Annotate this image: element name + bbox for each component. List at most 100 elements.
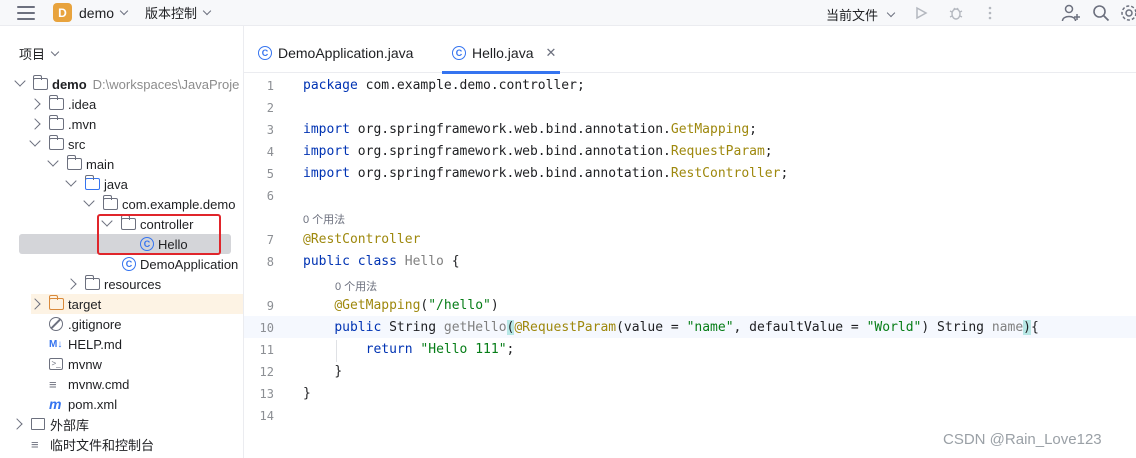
- scratches-icon: ≡: [31, 436, 39, 452]
- tree-item-main[interactable]: main: [47, 154, 114, 174]
- search-icon[interactable]: [1091, 3, 1111, 23]
- source-folder-icon: [84, 175, 100, 190]
- tree-item-idea[interactable]: .idea: [29, 94, 96, 114]
- code-line-9: @GetMapping("/hello"): [334, 298, 499, 313]
- chevron-down-icon[interactable]: [29, 135, 41, 147]
- excluded-folder-icon: [48, 295, 64, 310]
- tree-item-pom-xml[interactable]: m pom.xml: [49, 394, 117, 414]
- tree-item-gitignore[interactable]: .gitignore: [49, 314, 121, 334]
- line-number: 1: [266, 79, 274, 93]
- tree-item-help-md[interactable]: M↓ HELP.md: [49, 334, 122, 354]
- tree-item-label: 外部库: [50, 417, 90, 433]
- chevron-down-icon[interactable]: [50, 47, 60, 56]
- code-line-7: @RestController: [303, 232, 421, 247]
- chevron-down-icon[interactable]: [47, 155, 59, 167]
- tree-item-src[interactable]: src: [29, 134, 86, 154]
- add-user-icon[interactable]: [1061, 3, 1081, 23]
- run-config-label: 当前文件: [826, 8, 879, 23]
- line-number: 2: [266, 101, 274, 115]
- tree-item-demoapplication[interactable]: C DemoApplication: [122, 254, 238, 274]
- code-line-1: package com.example.demo.controller;: [303, 78, 585, 93]
- chevron-down-icon[interactable]: [119, 6, 129, 16]
- folder-icon: [48, 135, 64, 150]
- code-line-12: }: [334, 364, 343, 379]
- tab-label: DemoApplication.java: [278, 45, 414, 61]
- chevron-right-icon[interactable]: [65, 278, 77, 290]
- folder-icon: [48, 115, 64, 130]
- markdown-icon: M↓: [49, 338, 63, 350]
- chevron-right-icon[interactable]: [29, 98, 41, 110]
- usages-hint-class[interactable]: 0 个用法: [303, 211, 345, 227]
- tree-item-label: src: [68, 136, 86, 152]
- folder-icon: [48, 95, 64, 110]
- line-number: 7: [266, 233, 274, 247]
- chevron-right-icon[interactable]: [29, 298, 41, 310]
- project-panel-header[interactable]: 项目: [0, 33, 243, 73]
- code-line-11: return "Hello 111";: [365, 342, 515, 357]
- tree-item-label: mvnw: [68, 356, 102, 372]
- tree-item-label: DemoApplication: [140, 256, 239, 272]
- line-number: 13: [259, 387, 274, 401]
- line-number: 6: [266, 189, 274, 203]
- code-line-13: }: [303, 386, 311, 401]
- line-number: 10: [259, 321, 274, 335]
- tree-item-path: D:\workspaces\JavaProje: [92, 76, 240, 92]
- chevron-right-icon[interactable]: [11, 418, 23, 430]
- folder-icon: [66, 155, 82, 170]
- chevron-right-icon[interactable]: [29, 118, 41, 130]
- usages-hint-method[interactable]: 0 个用法: [335, 278, 377, 294]
- code-line-3: import org.springframework.web.bind.anno…: [303, 122, 757, 137]
- vcs-menu[interactable]: 版本控制: [145, 3, 197, 22]
- tree-item-mvnw[interactable]: >_ mvnw: [49, 354, 102, 374]
- line-number: 5: [266, 167, 274, 181]
- tree-item-target[interactable]: target: [29, 294, 243, 314]
- tree-item-resources[interactable]: resources: [65, 274, 161, 294]
- class-icon: C: [122, 257, 136, 271]
- tree-item-label: com.example.demo: [122, 196, 236, 212]
- line-number: 9: [266, 299, 274, 313]
- tree-item-mvn[interactable]: .mvn: [29, 114, 96, 134]
- module-folder-icon: [32, 75, 48, 90]
- project-name[interactable]: demo: [79, 5, 114, 21]
- tree-item-demo[interactable]: demo D:\workspaces\JavaProje: [13, 74, 239, 94]
- library-icon: [31, 418, 45, 430]
- tab-hello[interactable]: C Hello.java ✕: [442, 33, 561, 74]
- code-line-5: import org.springframework.web.bind.anno…: [303, 166, 789, 181]
- main-menu-icon[interactable]: [17, 5, 35, 20]
- run-icon[interactable]: [911, 3, 931, 23]
- tree-item-label: HELP.md: [68, 336, 122, 352]
- run-config-selector[interactable]: 当前文件: [826, 5, 896, 24]
- editor-tab-bar: C DemoApplication.java C Hello.java ✕: [244, 33, 1136, 74]
- line-number: 4: [266, 145, 274, 159]
- more-actions-icon[interactable]: [980, 3, 1000, 23]
- tree-item-scratches[interactable]: ≡ 临时文件和控制台: [31, 434, 154, 454]
- code-line-10: public String getHello(@RequestParam(val…: [334, 320, 1039, 335]
- main-toolbar: D demo 版本控制 当前文件: [0, 0, 1136, 26]
- project-panel-title: 项目: [19, 46, 46, 62]
- tree-item-label: java: [104, 176, 128, 192]
- maven-icon: m: [49, 396, 62, 412]
- tree-item-java[interactable]: java: [65, 174, 128, 194]
- chevron-down-icon[interactable]: [83, 195, 95, 207]
- tree-item-package[interactable]: com.example.demo: [83, 194, 236, 214]
- tree-item-label: pom.xml: [68, 396, 118, 412]
- tree-item-label: mvnw.cmd: [68, 376, 130, 392]
- project-badge[interactable]: D: [53, 3, 72, 22]
- tree-item-mvnw-cmd[interactable]: ≡ mvnw.cmd: [49, 374, 129, 394]
- tree-item-external-libraries[interactable]: 外部库: [11, 414, 90, 434]
- settings-gear-icon[interactable]: [1119, 3, 1136, 23]
- debug-icon[interactable]: [946, 3, 966, 23]
- chevron-down-icon[interactable]: [14, 75, 26, 87]
- line-number: 11: [259, 343, 274, 357]
- close-icon[interactable]: ✕: [545, 45, 556, 61]
- annotation-highlight-box: [97, 214, 221, 255]
- resources-folder-icon: [84, 275, 100, 290]
- tab-demoapplication[interactable]: C DemoApplication.java: [258, 33, 413, 73]
- chevron-down-icon[interactable]: [202, 6, 212, 16]
- ignore-file-icon: [49, 317, 63, 331]
- tree-item-label: demo: [52, 76, 87, 92]
- chevron-down-icon[interactable]: [65, 175, 77, 187]
- package-icon: [102, 195, 118, 210]
- tree-item-label: .gitignore: [68, 316, 122, 332]
- tab-label: Hello.java: [472, 45, 534, 61]
